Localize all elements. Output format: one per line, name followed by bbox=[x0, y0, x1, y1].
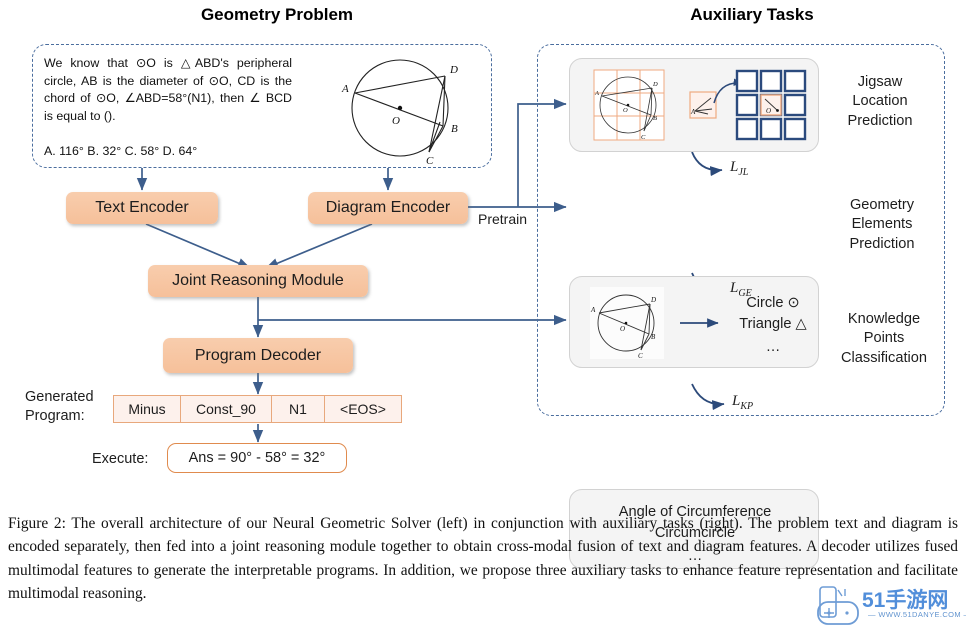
svg-text:C: C bbox=[426, 155, 434, 166]
module-diagram-encoder[interactable]: Diagram Encoder bbox=[308, 192, 468, 224]
task-title-line: Points bbox=[863, 330, 905, 347]
task-title-knowledge-points: Knowledge Points Classification bbox=[822, 310, 946, 368]
watermark-url: — WWW.51DANYE.COM — bbox=[868, 610, 966, 619]
task-card-jigsaw: A D B C O A O bbox=[569, 58, 819, 152]
geometry-element-item: … bbox=[765, 339, 781, 356]
module-text-encoder[interactable]: Text Encoder bbox=[66, 192, 218, 224]
problem-diagram: A D B C O bbox=[341, 59, 458, 166]
svg-text:C: C bbox=[641, 134, 646, 141]
page-title-right: Auxiliary Tasks bbox=[690, 5, 814, 24]
task-title-line: Prediction bbox=[849, 235, 915, 252]
svg-text:B: B bbox=[653, 115, 657, 122]
svg-text:A: A bbox=[590, 306, 596, 314]
svg-text:B: B bbox=[651, 333, 656, 341]
execute-label: Execute: bbox=[92, 451, 149, 467]
generated-program-row: Minus Const_90 N1 <EOS> bbox=[113, 395, 403, 423]
task-title-line: Knowledge bbox=[847, 311, 921, 327]
generated-program-label-line1: Generated bbox=[25, 389, 94, 405]
loss-subscript: JL bbox=[738, 167, 749, 178]
svg-text:C: C bbox=[638, 352, 643, 360]
loss-label-jigsaw: LJL bbox=[730, 159, 748, 178]
execute-result-value: Ans = 90° - 58° = 32° bbox=[188, 450, 326, 466]
svg-text:O: O bbox=[623, 107, 628, 114]
svg-text:D: D bbox=[652, 81, 658, 88]
task-title-line: Prediction bbox=[847, 112, 913, 129]
page-title-left: Geometry Problem bbox=[200, 5, 354, 24]
jigsaw-source-diagram: A D B C O bbox=[593, 69, 665, 141]
jigsaw-patch-label: A bbox=[690, 108, 696, 116]
loss-subscript: GE bbox=[738, 288, 752, 299]
task-title-geometry-elements: Geometry Elements Prediction bbox=[826, 196, 938, 254]
problem-statement: We know that ⊙O is △ABD's peripheral cir… bbox=[44, 56, 292, 123]
loss-subscript: KP bbox=[740, 401, 754, 412]
problem-options: A. 116° B. 32° C. 58° D. 64° bbox=[44, 144, 198, 158]
svg-text:B: B bbox=[451, 123, 458, 135]
module-label: Diagram Encoder bbox=[325, 199, 451, 216]
program-token[interactable]: <EOS> bbox=[324, 395, 402, 423]
svg-text:O: O bbox=[392, 115, 400, 127]
execute-result-box: Ans = 90° - 58° = 32° bbox=[167, 443, 347, 473]
geometry-elements-diagram: A D B C O bbox=[590, 287, 664, 360]
jigsaw-tile-grid: O bbox=[735, 69, 807, 141]
geometry-elements-list: Circle ⊙ Triangle △ … bbox=[730, 293, 816, 358]
module-program-decoder[interactable]: Program Decoder bbox=[163, 338, 353, 373]
watermark: 51手游网 — WWW.51DANYE.COM — bbox=[816, 582, 966, 630]
task-title-jigsaw: Jigsaw Location Prediction bbox=[826, 73, 934, 131]
task-title-line: Geometry bbox=[849, 197, 915, 213]
svg-text:D: D bbox=[650, 296, 656, 304]
program-token[interactable]: Minus bbox=[113, 395, 181, 423]
svg-text:A: A bbox=[341, 83, 349, 95]
svg-text:A: A bbox=[594, 90, 599, 97]
program-token[interactable]: N1 bbox=[271, 395, 325, 423]
module-joint-reasoning[interactable]: Joint Reasoning Module bbox=[148, 265, 368, 297]
loss-label-geometry-elements: LGE bbox=[730, 280, 752, 299]
program-token[interactable]: Const_90 bbox=[180, 395, 272, 423]
module-label: Joint Reasoning Module bbox=[172, 272, 344, 289]
pretrain-edge-label: Pretrain bbox=[478, 211, 528, 227]
task-title-line: Location bbox=[852, 93, 908, 110]
jigsaw-grid-label: O bbox=[766, 107, 771, 115]
task-title-line: Elements bbox=[851, 216, 913, 233]
module-label: Program Decoder bbox=[194, 346, 322, 364]
figure-root: Geometry Problem Auxiliary Tasks We know… bbox=[0, 0, 966, 636]
task-title-line: Jigsaw bbox=[857, 74, 903, 90]
task-card-geometry-elements: A D B C O Circle ⊙ Triangle △ … bbox=[569, 276, 819, 368]
module-label: Text Encoder bbox=[95, 199, 189, 216]
geometry-elements-arrow bbox=[680, 318, 719, 328]
generated-program-label-line2: Program: bbox=[25, 407, 85, 424]
svg-text:D: D bbox=[449, 64, 458, 76]
generated-program-label: Generated Program: bbox=[25, 388, 120, 425]
gamepad-icon bbox=[817, 586, 859, 625]
svg-text:O: O bbox=[620, 325, 625, 333]
geometry-element-item: Triangle △ bbox=[739, 316, 807, 333]
loss-label-knowledge-points: LKP bbox=[732, 393, 753, 412]
task-title-line: Classification bbox=[841, 349, 927, 366]
